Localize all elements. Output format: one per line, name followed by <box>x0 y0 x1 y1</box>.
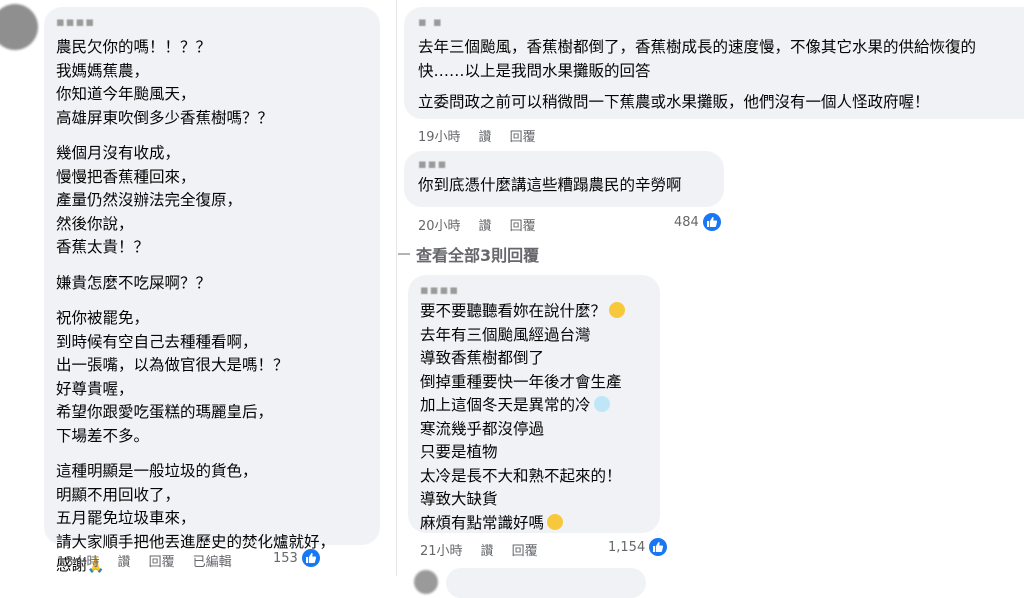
reaction-number: 153 <box>273 550 298 566</box>
reaction-count[interactable]: 1,154 <box>608 538 668 556</box>
comment-meta: 20小時 讚 回覆 <box>418 215 554 234</box>
comment-text: 祝你被罷免， <box>56 309 150 327</box>
comment-text: 我媽媽蕉農， <box>56 61 150 80</box>
timestamp[interactable]: 19小時 <box>418 126 461 145</box>
reaction-number: 484 <box>674 214 699 230</box>
comment-text: 明顯不用回收了， <box>56 485 181 504</box>
comment-text: 高雄屏東吹倒多少香蕉樹嗎？？ <box>56 108 274 127</box>
timestamp[interactable]: 13小時 <box>57 551 100 570</box>
comment-meta: 21小時 讚 回覆 <box>420 540 556 559</box>
comment-text: 農民欠你的嗎！！？？ <box>56 38 212 56</box>
comment-text: 立委問政之前可以稍微問一下蕉農或水果攤販，他們沒有一個人怪政府喔！ <box>418 93 930 111</box>
panel-divider <box>396 0 397 576</box>
timestamp[interactable]: 21小時 <box>420 540 463 559</box>
reply-connector-line <box>398 253 410 255</box>
comment-body: 農民欠你的嗎！！？？ 我媽媽蕉農， 你知道今年颱風天， 高雄屏東吹倒多少香蕉樹嗎？？ 幾… <box>56 36 368 579</box>
comment-author[interactable]: ▪ ▪ <box>418 15 1024 30</box>
smile-emoji-icon <box>609 302 626 318</box>
reply-button[interactable]: 回覆 <box>510 126 536 145</box>
comment-text: 好尊貴喔， <box>56 379 134 398</box>
view-all-replies[interactable]: 查看全部3則回覆 <box>398 242 539 266</box>
like-button[interactable]: 讚 <box>479 215 492 234</box>
comment-bubble: ▪▪▪▪ 農民欠你的嗎！！？？ 我媽媽蕉農， 你知道今年颱風天， 高雄屏東吹倒多少香蕉… <box>44 7 380 574</box>
comment-bubble: ▪▪▪▪ 要不要聽聽看妳在說什麼？ 去年有三個颱風經過台灣 導致香蕉樹都倒了 倒… <box>408 275 660 533</box>
unamused-emoji-icon <box>547 513 564 530</box>
avatar[interactable] <box>0 4 38 50</box>
like-icon <box>649 538 668 556</box>
comment-author[interactable]: ▪▪▪▪ <box>56 15 368 30</box>
comment-bubble: ▪ ▪ 去年三個颱風，香蕉樹都倒了，香蕉樹成長的速度慢，不像其它水果的供給恢復的… <box>404 7 1024 119</box>
comment-text: 太冷是長不大和熟不起來的！ <box>420 466 622 485</box>
reaction-number: 1,154 <box>608 539 646 555</box>
comment-text: 導致香蕉樹都倒了 <box>420 349 545 367</box>
comment-meta: 13小時 讚 回覆 已編輯 <box>57 551 250 570</box>
like-icon <box>702 213 721 231</box>
comment-text: 嫌貴怎麼不吃屎啊？？ <box>56 273 212 292</box>
avatar[interactable] <box>414 570 438 594</box>
like-button[interactable]: 讚 <box>479 126 492 145</box>
comment-text: 麻煩有點常識好嗎 <box>420 512 648 536</box>
comment-text: 導致大缺貨 <box>420 490 498 508</box>
comment-text: 到時候有空自己去種種看啊， <box>56 332 258 351</box>
comment-text: 只要是植物 <box>420 443 498 461</box>
comment-text: 要不要聽聽看妳在說什麼？ <box>420 300 648 324</box>
like-button[interactable]: 讚 <box>481 540 494 559</box>
comment-text: 你到底憑什麼講這些糟蹋農民的辛勞啊 <box>418 176 682 194</box>
reply-button[interactable]: 回覆 <box>512 540 538 559</box>
comment-bubble: ▪▪▪ 你到底憑什麼講這些糟蹋農民的辛勞啊 <box>404 151 724 207</box>
comment-text: 出一張嘴，以為做官很大是嗎！？ <box>56 356 289 374</box>
comment-bubble <box>446 568 646 598</box>
reply-button[interactable]: 回覆 <box>510 215 536 234</box>
comment-text: 去年有三個颱風經過台灣 <box>420 325 591 344</box>
edited-label: 已編輯 <box>192 555 232 570</box>
comment-text: 產量仍然沒辦法完全復原， <box>56 191 243 209</box>
like-icon <box>301 549 320 567</box>
comment-text: 香蕉太貴！？ <box>56 238 150 256</box>
like-button[interactable]: 讚 <box>118 551 131 570</box>
comment-text: 加上這個冬天是異常的冷 <box>420 394 648 418</box>
cold-face-emoji-icon <box>593 396 610 412</box>
comment-text: 倒掉重種要快一年後才會生產 <box>420 372 622 391</box>
comment-text: 然後你說， <box>56 214 134 233</box>
comment-text: 希望你跟愛吃蛋糕的瑪麗皇后， <box>56 403 274 421</box>
comment-text: 這種明顯是一般垃圾的貨色， <box>56 462 258 480</box>
view-replies-label: 查看全部3則回覆 <box>416 246 540 265</box>
reply-button[interactable]: 回覆 <box>149 551 175 570</box>
comment-text: 幾個月沒有收成， <box>56 144 181 162</box>
reaction-count[interactable]: 153 <box>273 549 320 567</box>
comment-text: 寒流幾乎都沒停過 <box>420 419 545 438</box>
comment-text: 慢慢把香蕉種回來， <box>56 167 196 186</box>
comment-text: 你知道今年颱風天， <box>56 85 196 103</box>
comment-text: 去年三個颱風，香蕉樹都倒了，香蕉樹成長的速度慢，不像其它水果的供給恢復的 <box>418 38 977 56</box>
comment-text: 下場差不多。 <box>56 426 150 445</box>
timestamp[interactable]: 20小時 <box>418 215 461 234</box>
reaction-count[interactable]: 484 <box>674 213 721 231</box>
comment-meta: 19小時 讚 回覆 <box>418 126 554 145</box>
comment-author[interactable]: ▪▪▪ <box>418 157 710 172</box>
comment-author[interactable]: ▪▪▪▪ <box>420 283 648 298</box>
comment-text: 五月罷免垃圾車來， <box>56 509 196 527</box>
comment-text: 快……以上是我問水果攤販的回答 <box>418 61 651 80</box>
